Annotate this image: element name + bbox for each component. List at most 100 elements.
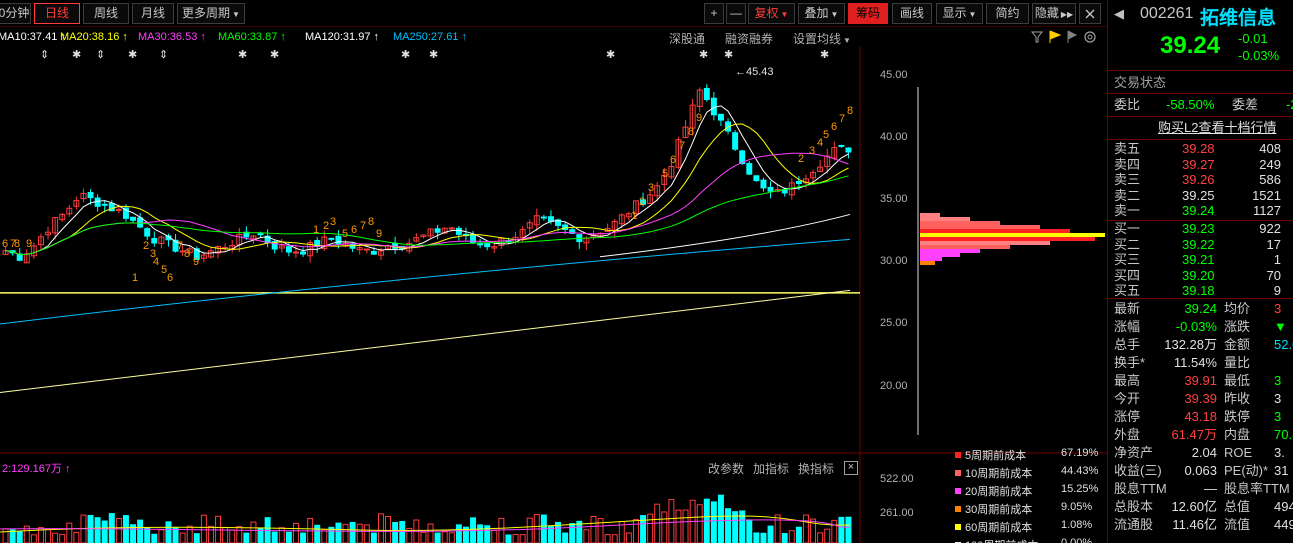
volume-bar — [356, 523, 363, 543]
period-day-button[interactable]: 日线 — [34, 3, 80, 24]
candle-body — [547, 216, 554, 222]
candle-body — [300, 251, 307, 255]
stats-v2: 449 — [1274, 517, 1293, 532]
chip-bar — [920, 237, 1095, 241]
period-week-button[interactable]: 周线 — [83, 3, 129, 24]
signal-marker: ✱ — [270, 48, 279, 61]
volume-bar — [668, 498, 675, 543]
buy-level-vol: 17 — [1266, 236, 1281, 252]
volume-bar — [505, 534, 512, 543]
arrow-up-icon: ↑ — [65, 463, 71, 475]
volume-bar — [292, 522, 299, 543]
close-indicator-button[interactable]: × — [844, 461, 858, 475]
period-month-button[interactable]: 月线 — [132, 3, 174, 24]
volume-bar — [285, 531, 292, 543]
vol-axis-label: 261.00 — [880, 507, 914, 519]
close-panel-button[interactable] — [1079, 3, 1101, 24]
candle-body — [144, 228, 151, 237]
fuquan-dropdown[interactable]: 复权 ▼ — [748, 3, 795, 24]
stats-l1: 外盘 — [1114, 427, 1141, 442]
prev-stock-icon[interactable]: ◀ — [1114, 6, 1124, 22]
chip-bar — [920, 245, 1010, 249]
last-price: 39.24 — [1160, 32, 1221, 59]
volume-bar — [236, 526, 243, 543]
hide-button[interactable]: 隐藏 ▶▶ — [1032, 3, 1076, 24]
candle-body — [703, 87, 710, 100]
volume-bar — [583, 529, 590, 543]
td-count-label: 8 — [368, 216, 374, 228]
volume-legend-text: 2:129.167万 — [2, 463, 62, 475]
volume-bar — [45, 528, 52, 543]
switch-indicator-link[interactable]: 换指标 — [798, 460, 834, 477]
stats-v1: 39.91 — [1184, 373, 1217, 388]
legend-swatch — [955, 488, 961, 494]
change-params-link[interactable]: 改参数 — [708, 460, 744, 477]
buy-l2-link[interactable]: 购买L2查看十档行情 — [1158, 119, 1293, 137]
cost-legend-label: 60周期前成本 — [965, 522, 1033, 534]
candle-body — [760, 179, 767, 189]
buy-level-row[interactable]: 买三 39.21 1 — [1114, 252, 1293, 267]
simple-mode-button[interactable]: 简约 — [986, 3, 1029, 24]
zoom-out-button[interactable]: — — [726, 3, 746, 24]
stock-name: 拓维信息 — [1200, 8, 1277, 29]
candle-body — [257, 233, 264, 236]
td-count-label: 1 — [631, 210, 637, 222]
volume-bar — [363, 524, 370, 543]
cost-legend-item: 100周期前成本0.00% — [955, 537, 1092, 543]
add-indicator-link[interactable]: 加指标 — [753, 460, 789, 477]
volume-bar — [59, 533, 66, 543]
buy-level-vol: 70 — [1266, 267, 1281, 283]
chips-button[interactable]: 筹码 — [848, 3, 888, 24]
legend-swatch — [955, 470, 961, 476]
chip-bar — [920, 257, 942, 261]
volume-bar — [498, 517, 505, 543]
stock-code: 002261 — [1140, 5, 1194, 22]
price-axis-label: 30.00 — [880, 255, 908, 267]
volume-bar — [746, 519, 753, 543]
volume-bar — [243, 532, 250, 543]
td-count-label: 9 — [696, 112, 702, 124]
more-period-dropdown[interactable]: 更多周期 ▼ — [177, 3, 245, 24]
sell-level-row[interactable]: 卖二 39.25 1521 — [1114, 188, 1293, 203]
sell-level-row[interactable]: 卖三 39.26 586 — [1114, 172, 1293, 187]
display-dropdown[interactable]: 显示 ▼ — [936, 3, 983, 24]
volume-bar — [101, 520, 108, 543]
kline-chart-area[interactable]: MA10:37.41 ↑ MA20:38.16 ↑ MA30:36.53 ↑ MA60… — [0, 27, 1107, 543]
sell-level-vol: 249 — [1259, 156, 1281, 172]
candle-body — [151, 237, 158, 244]
signal-marker: ✱ — [699, 48, 708, 61]
zoom-in-button[interactable]: + — [704, 3, 724, 24]
buy-level-row[interactable]: 买五 39.18 9 — [1114, 283, 1293, 298]
overlay-dropdown[interactable]: 叠加 ▼ — [798, 3, 845, 24]
sell-level-row[interactable]: 卖五 39.28 408 — [1114, 141, 1293, 156]
stats-l2: 跌停 — [1224, 409, 1251, 424]
volume-bar — [207, 525, 214, 543]
sell-level-row[interactable]: 卖四 39.27 249 — [1114, 157, 1293, 172]
volume-bar — [519, 534, 526, 543]
td-count-label: 5 — [823, 129, 829, 141]
sell-level-label: 卖四 — [1114, 156, 1141, 172]
fuquan-label: 复权 — [754, 6, 779, 20]
buy-level-label: 买五 — [1114, 283, 1141, 298]
buy-level-row[interactable]: 买二 39.22 17 — [1114, 237, 1293, 252]
buy-level-row[interactable]: 买四 39.20 70 — [1114, 268, 1293, 283]
volume-bar — [342, 523, 349, 543]
stats-v1: 39.39 — [1184, 391, 1217, 406]
candle-body — [434, 228, 441, 233]
stats-l2: PE(动)* — [1224, 463, 1269, 478]
td-count-label: 3 — [809, 145, 815, 157]
volume-bar — [441, 531, 448, 543]
price-change: -0.01 — [1238, 31, 1268, 46]
buy-level-row[interactable]: 买一 39.23 922 — [1114, 221, 1293, 236]
sell-level-row[interactable]: 卖一 39.24 1127 — [1114, 203, 1293, 218]
td-count-label: 6 — [2, 238, 8, 250]
ma250-line — [0, 289, 851, 393]
quote-panel: ◀ 002261 拓维信息 39.24 -0.01 -0.03% 交易状态 委比… — [1107, 0, 1293, 543]
period-minute-button[interactable]: 0分钟 — [0, 3, 31, 24]
stats-l1: 最高 — [1114, 373, 1141, 388]
volume-bar — [760, 532, 767, 543]
volume-bar — [491, 530, 498, 543]
draw-line-button[interactable]: 画线 — [892, 3, 932, 24]
stats-row: 流通股 11.46亿 流值 449 — [1114, 516, 1293, 534]
volume-bar — [314, 524, 321, 543]
